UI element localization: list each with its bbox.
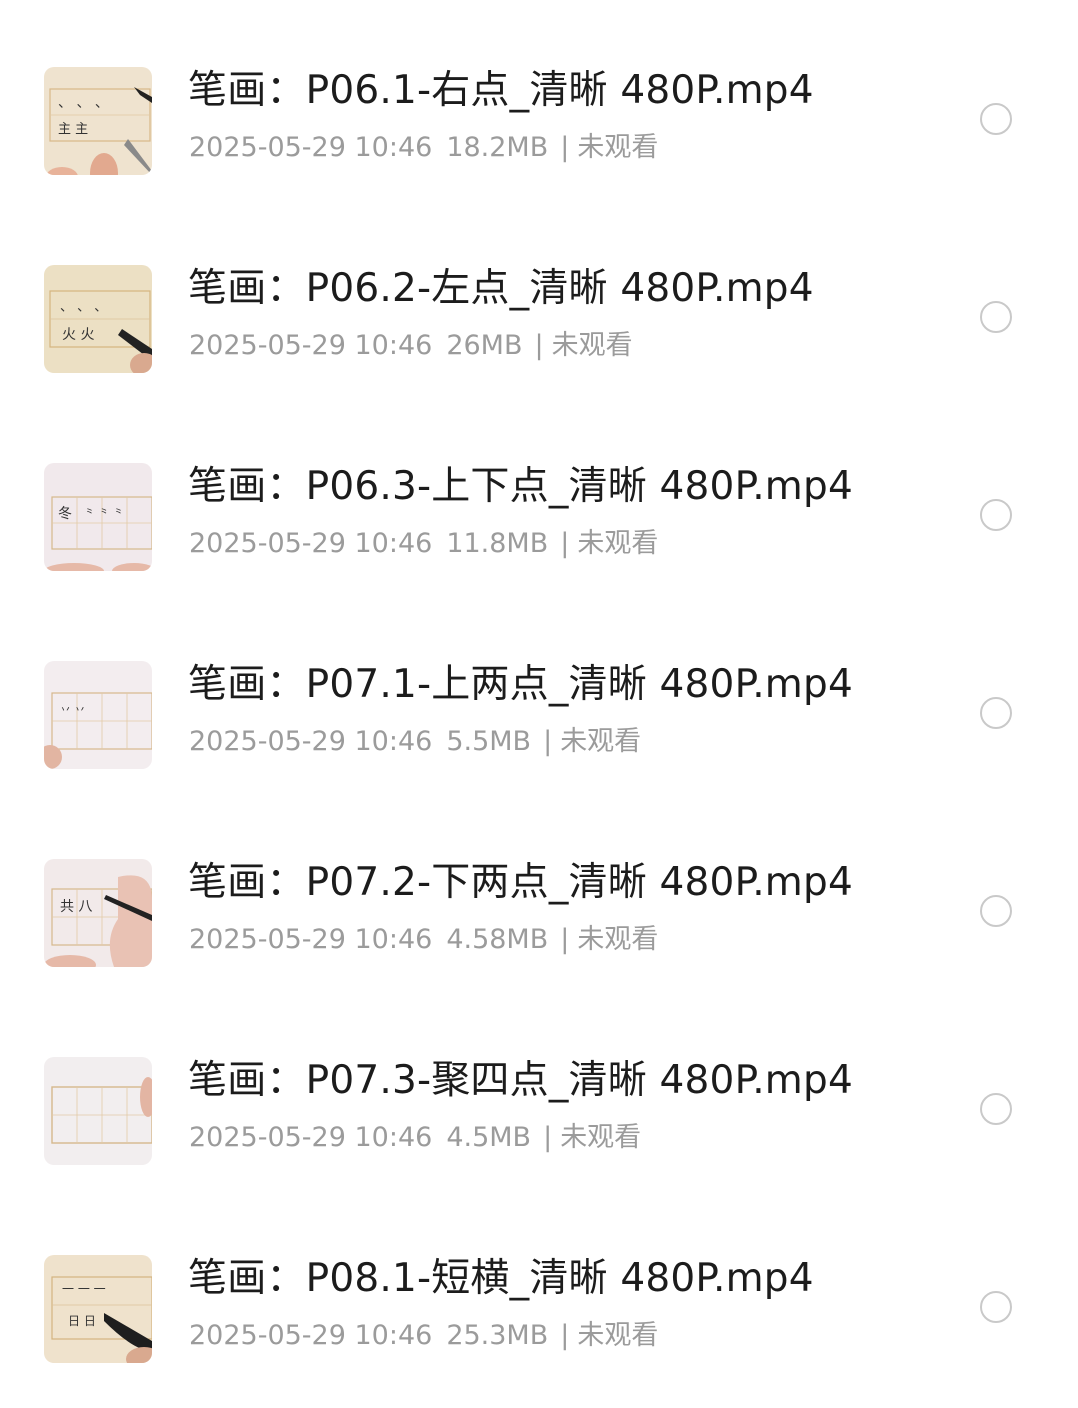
- thumbnail-marks: 一 一 一: [62, 1282, 106, 1296]
- file-meta: 2025-05-29 10:46 25.3MB | 未观看: [189, 1316, 658, 1356]
- video-thumbnail: 共 八: [44, 859, 152, 967]
- thumbnail-chars: 冬: [58, 506, 72, 522]
- select-radio[interactable]: [980, 301, 1012, 333]
- file-size: 4.58MB: [446, 924, 549, 955]
- thumbnail-image: [44, 1057, 152, 1165]
- video-thumbnail: 丷 丷: [44, 661, 152, 769]
- file-title: 笔画：P06.2-左点_清晰 480P.mp4: [188, 266, 814, 311]
- thumbnail-image: 、 、 、 火 火: [44, 265, 152, 373]
- video-thumbnail: [44, 1057, 152, 1165]
- thumbnail-chars: 日 日: [68, 1314, 96, 1328]
- thumbnail-image: 共 八: [44, 859, 152, 967]
- file-size: 4.5MB: [446, 1122, 532, 1153]
- list-item[interactable]: 笔画：P07.3-聚四点_清晰 480P.mp4 2025-05-29 10:4…: [0, 1012, 1078, 1210]
- meta-divider: |: [560, 132, 570, 163]
- file-meta: 2025-05-29 10:46 26MB | 未观看: [189, 326, 633, 366]
- select-radio[interactable]: [980, 697, 1012, 729]
- select-radio[interactable]: [980, 499, 1012, 531]
- select-radio[interactable]: [980, 895, 1012, 927]
- thumbnail-marks: 、 、 、: [58, 95, 109, 111]
- thumbnail-chars: 火 火: [62, 327, 94, 343]
- file-title: 笔画：P07.2-下两点_清晰 480P.mp4: [188, 860, 853, 905]
- file-title: 笔画：P07.1-上两点_清晰 480P.mp4: [188, 662, 853, 707]
- list-item[interactable]: 、 、 、 主 主 笔画：P06.1-右点_清晰 480P.mp4 2025-0…: [0, 22, 1078, 220]
- file-meta: 2025-05-29 10:46 18.2MB | 未观看: [189, 128, 658, 168]
- file-meta: 2025-05-29 10:46 4.58MB | 未观看: [189, 920, 658, 960]
- list-item[interactable]: 一 一 一 日 日 笔画：P08.1-短横_清晰 480P.mp4 2025-0…: [0, 1210, 1078, 1408]
- list-item[interactable]: 、 、 、 火 火 笔画：P06.2-左点_清晰 480P.mp4 2025-0…: [0, 220, 1078, 418]
- meta-divider: |: [560, 1320, 570, 1351]
- thumbnail-image: 丷 丷: [44, 661, 152, 769]
- video-thumbnail: 、 、 、 主 主: [44, 67, 152, 175]
- select-radio[interactable]: [980, 1291, 1012, 1323]
- file-date: 2025-05-29 10:46: [189, 132, 433, 163]
- thumbnail-marks: ⺀ ⺀ ⺀: [84, 506, 124, 519]
- meta-divider: |: [543, 726, 553, 757]
- file-date: 2025-05-29 10:46: [189, 1320, 433, 1351]
- file-size: 11.8MB: [446, 528, 549, 559]
- file-size: 5.5MB: [446, 726, 532, 757]
- file-title: 笔画：P08.1-短横_清晰 480P.mp4: [188, 1256, 814, 1301]
- watch-status: 未观看: [560, 726, 642, 757]
- file-size: 25.3MB: [446, 1320, 549, 1351]
- file-title: 笔画：P07.3-聚四点_清晰 480P.mp4: [188, 1058, 853, 1103]
- select-radio[interactable]: [980, 1093, 1012, 1125]
- watch-status: 未观看: [551, 330, 633, 361]
- thumbnail-image: 、 、 、 主 主: [44, 67, 152, 175]
- watch-status: 未观看: [577, 924, 659, 955]
- file-meta: 2025-05-29 10:46 11.8MB | 未观看: [189, 524, 658, 564]
- watch-status: 未观看: [577, 1320, 659, 1351]
- thumbnail-image: 冬 ⺀ ⺀ ⺀: [44, 463, 152, 571]
- file-title: 笔画：P06.3-上下点_清晰 480P.mp4: [188, 464, 853, 509]
- list-item[interactable]: 冬 ⺀ ⺀ ⺀ 笔画：P06.3-上下点_清晰 480P.mp4 2025-05…: [0, 418, 1078, 616]
- file-size: 26MB: [446, 330, 523, 361]
- file-meta: 2025-05-29 10:46 5.5MB | 未观看: [189, 722, 641, 762]
- file-date: 2025-05-29 10:46: [189, 1122, 433, 1153]
- list-item[interactable]: 共 八 笔画：P07.2-下两点_清晰 480P.mp4 2025-05-29 …: [0, 814, 1078, 1012]
- video-thumbnail: 冬 ⺀ ⺀ ⺀: [44, 463, 152, 571]
- meta-divider: |: [560, 924, 570, 955]
- file-date: 2025-05-29 10:46: [189, 528, 433, 559]
- file-date: 2025-05-29 10:46: [189, 924, 433, 955]
- file-date: 2025-05-29 10:46: [189, 330, 433, 361]
- file-title: 笔画：P06.1-右点_清晰 480P.mp4: [188, 68, 814, 113]
- watch-status: 未观看: [560, 1122, 642, 1153]
- list-item[interactable]: 丷 丷 笔画：P07.1-上两点_清晰 480P.mp4 2025-05-29 …: [0, 616, 1078, 814]
- thumbnail-chars: 主 主: [58, 122, 88, 137]
- meta-divider: |: [560, 528, 570, 559]
- file-date: 2025-05-29 10:46: [189, 726, 433, 757]
- file-list: 、 、 、 主 主 笔画：P06.1-右点_清晰 480P.mp4 2025-0…: [0, 22, 1078, 1408]
- file-meta: 2025-05-29 10:46 4.5MB | 未观看: [189, 1118, 641, 1158]
- meta-divider: |: [534, 330, 544, 361]
- file-size: 18.2MB: [446, 132, 549, 163]
- watch-status: 未观看: [577, 132, 659, 163]
- video-thumbnail: 一 一 一 日 日: [44, 1255, 152, 1363]
- thumbnail-image: 一 一 一 日 日: [44, 1255, 152, 1363]
- thumbnail-chars: 丷 丷: [60, 703, 86, 716]
- watch-status: 未观看: [577, 528, 659, 559]
- meta-divider: |: [543, 1122, 553, 1153]
- select-radio[interactable]: [980, 103, 1012, 135]
- thumbnail-marks: 、 、 、: [60, 300, 107, 315]
- thumbnail-chars: 共 八: [60, 899, 92, 915]
- video-thumbnail: 、 、 、 火 火: [44, 265, 152, 373]
